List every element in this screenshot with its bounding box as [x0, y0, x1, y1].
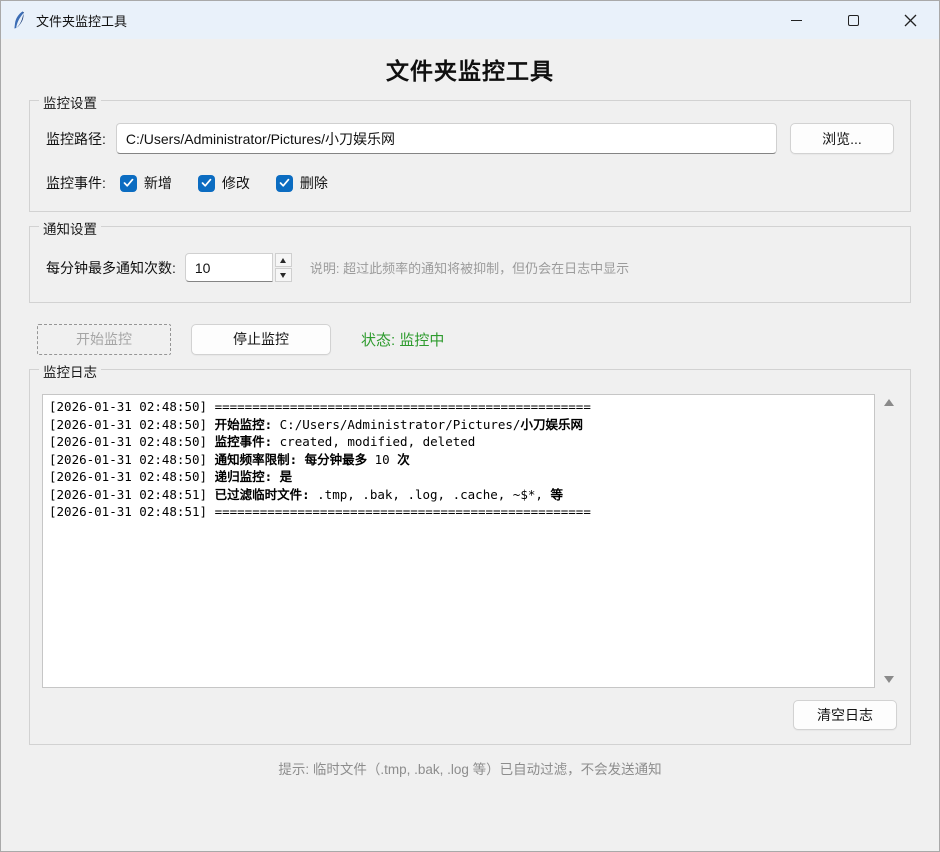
event-checkbox-3[interactable]: 删除	[276, 173, 328, 193]
log-line: [2026-01-31 02:48:50] 递归监控: 是	[49, 468, 868, 486]
spin-down-button[interactable]	[275, 268, 292, 282]
log-line: [2026-01-31 02:48:50] ==================…	[49, 398, 868, 416]
log-textarea[interactable]: [2026-01-31 02:48:50] ==================…	[42, 394, 875, 688]
minimize-button[interactable]	[768, 1, 825, 39]
rate-spinbox	[185, 253, 292, 282]
scroll-down-icon[interactable]	[884, 676, 894, 683]
rate-input[interactable]	[185, 253, 273, 282]
clear-log-button[interactable]: 清空日志	[793, 700, 897, 730]
monitor-settings-group-label: 监控设置	[39, 92, 101, 112]
minimize-icon	[791, 20, 802, 21]
event-checkbox-label: 删除	[300, 173, 328, 193]
notify-settings-group-label: 通知设置	[39, 218, 101, 238]
notify-settings-group: 通知设置 每分钟最多通知次数: 说明: 超过此频率的通知将被抑制，但仍会在日志中…	[29, 226, 911, 303]
titlebar: 文件夹监控工具	[1, 1, 939, 39]
rate-label: 每分钟最多通知次数:	[46, 258, 176, 278]
footer-hint: 提示: 临时文件（.tmp, .bak, .log 等）已自动过滤，不会发送通知	[1, 758, 939, 778]
log-line: [2026-01-31 02:48:50] 监控事件: created, mod…	[49, 433, 868, 451]
log-line: [2026-01-31 02:48:50] 开始监控: C:/Users/Adm…	[49, 416, 868, 434]
browse-button[interactable]: 浏览...	[790, 123, 894, 154]
event-checkbox-2[interactable]: 修改	[198, 173, 250, 193]
monitor-settings-group: 监控设置 监控路径: 浏览... 监控事件: 新增修改删除	[29, 100, 911, 212]
start-monitor-button[interactable]: 开始监控	[37, 324, 171, 355]
event-checkbox-label: 修改	[222, 173, 250, 193]
checkbox-checked-icon[interactable]	[198, 175, 215, 192]
log-line: [2026-01-31 02:48:50] 通知频率限制: 每分钟最多 10 次	[49, 451, 868, 469]
rate-note: 说明: 超过此频率的通知将被抑制，但仍会在日志中显示	[310, 258, 629, 277]
status-label: 状态: 监控中	[361, 329, 444, 350]
maximize-icon	[848, 15, 859, 26]
log-group-label: 监控日志	[39, 361, 101, 381]
arrow-down-icon	[280, 273, 286, 278]
control-row: 开始监控 停止监控 状态: 监控中	[37, 323, 911, 355]
close-button[interactable]	[882, 1, 939, 39]
events-label: 监控事件:	[46, 173, 106, 193]
checkbox-checked-icon[interactable]	[276, 175, 293, 192]
app-window: 文件夹监控工具 文件夹监控工具 监控设置 监控路径: 浏览... 监控事件: 新…	[0, 0, 940, 852]
event-checkbox-label: 新增	[144, 173, 172, 193]
log-group: 监控日志 [2026-01-31 02:48:50] =============…	[29, 369, 911, 745]
checkbox-checked-icon[interactable]	[120, 175, 137, 192]
arrow-up-icon	[280, 258, 286, 263]
close-icon	[904, 14, 917, 27]
log-scrollbar[interactable]	[880, 394, 898, 688]
events-checkbox-list: 新增 修改 删除	[120, 173, 354, 193]
page-title: 文件夹监控工具	[1, 52, 939, 86]
stop-monitor-button[interactable]: 停止监控	[191, 324, 331, 355]
maximize-button[interactable]	[825, 1, 882, 39]
path-input[interactable]	[116, 123, 777, 154]
event-checkbox-1[interactable]: 新增	[120, 173, 172, 193]
path-label: 监控路径:	[46, 129, 106, 149]
window-title: 文件夹监控工具	[36, 11, 127, 30]
log-line: [2026-01-31 02:48:51] ==================…	[49, 503, 868, 521]
log-line: [2026-01-31 02:48:51] 已过滤临时文件: .tmp, .ba…	[49, 486, 868, 504]
spin-up-button[interactable]	[275, 253, 292, 267]
python-feather-icon	[12, 11, 27, 30]
scroll-up-icon[interactable]	[884, 399, 894, 406]
